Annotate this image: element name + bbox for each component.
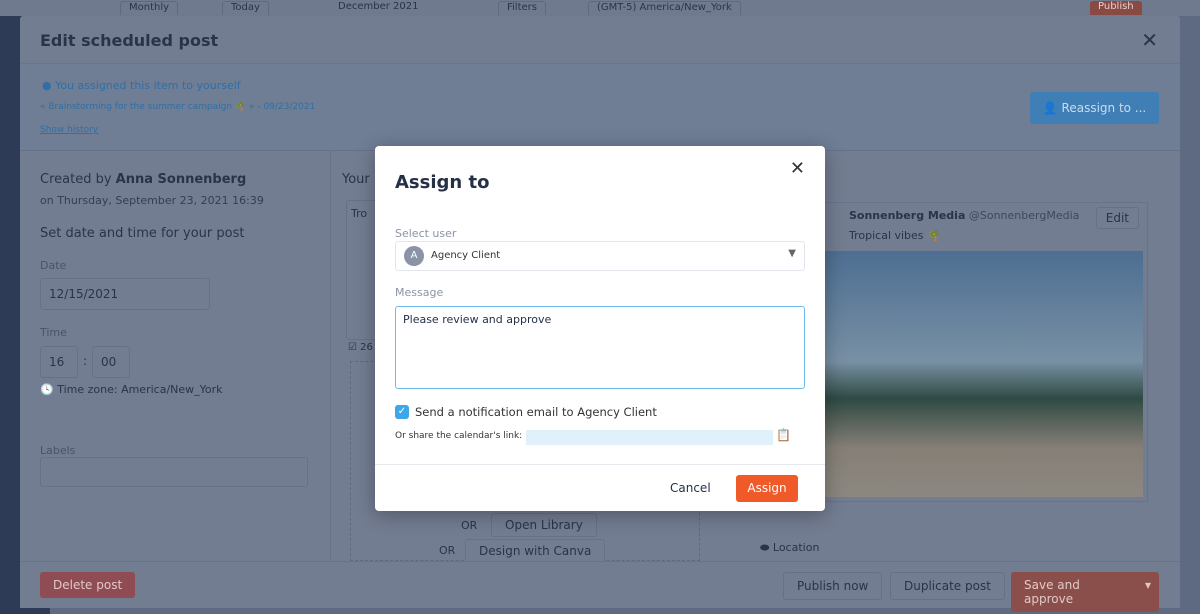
user-icon: 👤 bbox=[1042, 101, 1058, 115]
assign-button[interactable]: Assign bbox=[736, 475, 798, 502]
delete-post-button[interactable]: Delete post bbox=[40, 572, 136, 598]
view-select[interactable]: Monthly bbox=[120, 1, 179, 15]
duplicate-post-button[interactable]: Duplicate post bbox=[890, 572, 1005, 600]
avatar: A bbox=[404, 246, 424, 266]
selected-user: Agency Client bbox=[431, 250, 501, 261]
user-select[interactable]: A Agency Client ▼ bbox=[395, 241, 805, 271]
set-date-title: Set date and time for your post bbox=[40, 226, 245, 241]
save-approve-button[interactable]: Save and approve ▾ bbox=[1011, 572, 1159, 612]
composer-heading: Your bbox=[342, 172, 370, 187]
title-text: Edit scheduled post bbox=[40, 31, 219, 50]
minute-input[interactable]: 00 bbox=[92, 346, 130, 378]
modal-title: Edit scheduled post ✕ bbox=[20, 16, 1180, 64]
copy-clipboard-icon[interactable]: 📋 bbox=[776, 428, 791, 442]
account-name: Sonnenberg Media @SonnenbergMedia bbox=[849, 209, 1080, 222]
modal-footer: Delete post Publish now Duplicate post S… bbox=[20, 561, 1180, 612]
campaign-link[interactable]: « Brainstorming for the summer campaign … bbox=[40, 102, 315, 112]
close-icon[interactable]: ✕ bbox=[790, 158, 805, 179]
edit-button[interactable]: Edit bbox=[1095, 207, 1139, 229]
share-link-label: Or share the calendar's link: bbox=[395, 431, 523, 441]
or-text: OR bbox=[461, 519, 478, 532]
time-separator: : bbox=[83, 354, 88, 368]
month-label: December 2021 bbox=[338, 1, 419, 12]
time-label: Time bbox=[40, 326, 67, 339]
timezone-select[interactable]: (GMT-5) America/New_York bbox=[588, 1, 741, 15]
or-text: OR bbox=[439, 544, 456, 557]
chevron-down-icon[interactable]: ▾ bbox=[1145, 578, 1151, 592]
show-history-link[interactable]: Show history bbox=[40, 125, 98, 135]
divider bbox=[330, 151, 331, 561]
notify-label: Send a notification email to Agency Clie… bbox=[415, 405, 657, 419]
caption: Tropical vibes 🌴 bbox=[849, 229, 941, 242]
assign-to-dialog: Assign to ✕ Select user A Agency Client … bbox=[375, 146, 825, 511]
hour-input[interactable]: 16 bbox=[40, 346, 78, 378]
message-label: Message bbox=[395, 286, 444, 299]
open-library-button[interactable]: Open Library bbox=[491, 513, 597, 537]
assignment-banner: ● You assigned this item to yourself « B… bbox=[20, 65, 1180, 151]
timezone-text: 🕓 Time zone: America/New_York bbox=[40, 383, 223, 396]
cancel-button[interactable]: Cancel bbox=[670, 481, 711, 495]
reassign-button[interactable]: 👤 Reassign to ... bbox=[1030, 92, 1159, 124]
beach-image bbox=[811, 251, 1143, 497]
message-input[interactable]: Please review and approve bbox=[395, 306, 805, 389]
assignment-text: ● You assigned this item to yourself bbox=[42, 79, 241, 92]
calendar-toolbar: Monthly Today December 2021 Filters (GMT… bbox=[0, 0, 1200, 16]
post-preview: Sonnenberg Media @SonnenbergMedia Tropic… bbox=[800, 202, 1148, 502]
notify-checkbox[interactable]: ✓ bbox=[395, 405, 409, 419]
publish-now-button[interactable]: Publish now bbox=[783, 572, 883, 600]
location-toggle[interactable]: ⬬ Location bbox=[760, 541, 819, 555]
created-by: Created by Anna Sonnenberg bbox=[40, 172, 247, 187]
chevron-down-icon: ▼ bbox=[788, 248, 796, 259]
date-input[interactable]: 12/15/2021 bbox=[40, 278, 210, 310]
filters-button[interactable]: Filters bbox=[498, 1, 546, 15]
calendar-link-field[interactable] bbox=[526, 430, 773, 445]
dialog-title: Assign to bbox=[395, 172, 490, 193]
publish-button[interactable]: Publish bbox=[1090, 1, 1142, 15]
today-button[interactable]: Today bbox=[222, 1, 269, 15]
design-canva-button[interactable]: Design with Canva bbox=[465, 539, 606, 563]
close-icon[interactable]: ✕ bbox=[1141, 28, 1158, 52]
labels-label: Labels bbox=[40, 444, 76, 457]
date-label: Date bbox=[40, 259, 67, 272]
divider bbox=[375, 464, 825, 465]
char-count: ☑ 26 bbox=[348, 342, 373, 353]
created-on: on Thursday, September 23, 2021 16:39 bbox=[40, 194, 264, 207]
labels-select[interactable] bbox=[40, 457, 308, 487]
select-user-label: Select user bbox=[395, 227, 457, 240]
